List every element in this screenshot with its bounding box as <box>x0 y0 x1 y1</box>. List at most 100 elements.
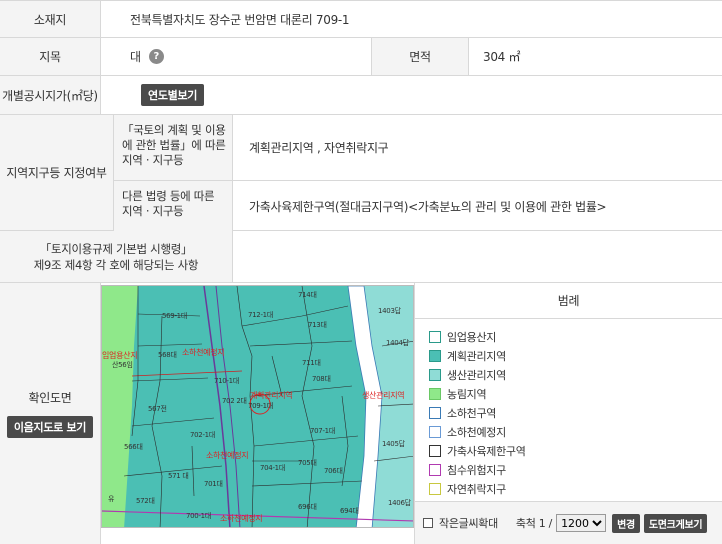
regulation-row: 「토지이용규제 기본법 시행령」 제9조 제4항 각 호에 해당되는 사항 <box>0 231 722 283</box>
scale-select[interactable]: 1200 <box>556 514 607 532</box>
other-law-value: 가축사육제한구역(절대금지구역)<가축분뇨의 관리 및 이용에 관한 법률> <box>249 199 607 214</box>
legend-label: 가축사육제한구역 <box>447 444 526 458</box>
legend-item: 계획관리지역 <box>429 346 722 365</box>
regulation-label-line2: 제9조 제4항 각 호에 해당되는 사항 <box>33 257 199 272</box>
parcel-704-1: 704-1대 <box>260 464 285 472</box>
land-category-row: 지목 대 ? 면적 304 ㎡ <box>0 38 722 76</box>
legend-item: 임업용산지 <box>429 327 722 346</box>
parcel-568: 568대 <box>158 351 177 359</box>
legend-item: 소하천예정지 <box>429 422 722 441</box>
yearly-view-button[interactable]: 연도별보기 <box>141 84 205 106</box>
parcel-708: 708대 <box>312 375 331 383</box>
legend-label: 소하천구역 <box>447 406 497 420</box>
address-value: 전북특별자치도 장수군 번암면 대론리 709-1 <box>130 12 350 27</box>
legend-label: 농림지역 <box>447 387 487 401</box>
land-price-cell: 연도별보기 <box>101 76 722 114</box>
legend-swatch <box>429 330 441 343</box>
parcel-713: 713대 <box>308 321 327 329</box>
parcel-694: 694대 <box>340 507 359 515</box>
land-category-cell: 대 ? <box>101 38 371 75</box>
land-category-value: 대 <box>130 50 141 64</box>
zoning-row: 지역지구등 지정여부 「국토의 계획 및 이용에 관한 법률」에 따른 지역 ·… <box>0 115 722 231</box>
road-line <box>203 286 231 527</box>
legend-item: 소하천구역 <box>429 403 722 422</box>
map-controls: 작은글씨확대 축척 1 / 1200 변경 도면크게보기 <box>414 501 722 544</box>
stream-plan-label: 소하천예정지 <box>182 348 225 357</box>
large-text-label: 작은글씨확대 <box>439 517 498 530</box>
legend-item: 생산관리지역 <box>429 365 722 384</box>
address-row: 소재지 전북특별자치도 장수군 번암면 대론리 709-1 <box>0 0 722 38</box>
help-icon[interactable]: ? <box>148 49 164 64</box>
parcel-712-1: 712-1대 <box>248 311 273 319</box>
legend-item: 자연취락지구 <box>429 479 722 498</box>
legend-label: 자연취락지구 <box>447 482 506 496</box>
legend-label: 임업용산지 <box>447 330 497 344</box>
parcel-711: 711대 <box>302 359 321 367</box>
land-price-label: 개별공시지가(㎡당) <box>0 76 101 114</box>
zoning-label: 지역지구등 지정여부 <box>0 115 114 230</box>
legend-swatch <box>429 368 441 381</box>
legend-swatch <box>429 463 441 476</box>
legend-item: 농림지역 <box>429 384 722 403</box>
legend-label: 침수위험지구 <box>447 463 506 477</box>
parcel-1406: 1406답 <box>388 499 411 507</box>
stream-plan-label-3: 소하천예정지 <box>220 514 263 523</box>
address-label: 소재지 <box>0 1 101 37</box>
parcel-710-1: 710-1대 <box>214 377 239 385</box>
parcel-569-1: 569-1대 <box>162 312 187 320</box>
land-price-row: 개별공시지가(㎡당) 연도별보기 <box>0 76 722 115</box>
scale-label: 축척 1 / <box>515 517 553 530</box>
parcel-709-1: 709-1대 <box>248 402 273 410</box>
eum-map-button[interactable]: 이음지도로 보기 <box>6 416 94 438</box>
parcel-572: 572대 <box>136 497 155 505</box>
map-label-cell: 확인도면 이음지도로 보기 <box>0 283 101 544</box>
regulation-label-line1: 「토지이용규제 기본법 시행령」 <box>39 241 193 256</box>
parcel-1404: 1404답 <box>386 339 409 347</box>
parcel-696: 696대 <box>298 503 317 511</box>
legend-list: 임업용산지계획관리지역생산관리지역농림지역소하천구역소하천예정지가축사육제한구역… <box>415 319 722 517</box>
parcel-san56: 산56임 <box>112 361 133 369</box>
parcel-566: 566대 <box>124 443 143 451</box>
change-scale-button[interactable]: 변경 <box>612 513 640 533</box>
map-view[interactable]: 714대 712-1대 713대 569-1대 568대 710-1대 711대… <box>101 285 414 528</box>
legend-swatch <box>429 444 441 457</box>
parcel-714: 714대 <box>298 291 317 299</box>
regulation-value <box>233 231 722 282</box>
regulation-label: 「토지이용규제 기본법 시행령」 제9조 제4항 각 호에 해당되는 사항 <box>0 231 233 282</box>
parcel-571: 571 대 <box>168 472 189 480</box>
parcel-706: 706대 <box>324 467 343 475</box>
legend-label: 생산관리지역 <box>447 368 506 382</box>
parcel-1403: 1403답 <box>378 307 401 315</box>
legend-swatch <box>429 349 441 362</box>
parcel-567: 567전 <box>148 405 167 413</box>
legend-label: 소하천예정지 <box>447 425 506 439</box>
parcel-701: 701대 <box>204 480 223 488</box>
legend-label: 계획관리지역 <box>447 349 506 363</box>
forest-label: 임업용산지 <box>102 351 138 360</box>
other-law-label: 다른 법령 등에 따른 지역 · 지구등 <box>114 181 233 231</box>
large-text-checkbox[interactable] <box>423 518 433 528</box>
land-category-label: 지목 <box>0 38 101 75</box>
parcel-yu: 유 <box>108 495 115 503</box>
parcel-1405: 1405답 <box>382 440 405 448</box>
land-use-info-panel: 소재지 전북특별자치도 장수군 번암면 대론리 709-1 지목 대 ? 면적 … <box>0 0 722 544</box>
planned-zone-label: 계획관리지역 <box>250 391 293 400</box>
area-value: 304 ㎡ <box>483 50 521 64</box>
agricultural-area <box>102 286 138 527</box>
parcel-705: 705대 <box>298 459 317 467</box>
area-label: 면적 <box>371 38 469 75</box>
stream-plan-label-2: 소하천예정지 <box>206 451 249 460</box>
legend-item: 가축사육제한구역 <box>429 441 722 460</box>
production-zone-label: 생산관리지역 <box>362 391 405 400</box>
national-law-value: 계획관리지역 , 자연취락지구 <box>233 115 722 181</box>
parcel-700-1: 700-1대 <box>186 512 211 520</box>
legend-panel: 범례 임업용산지 계획관리지역 생산관리지역 농림지역 소하천구역 소하천예정지 가축사육제… <box>414 283 722 515</box>
map-label: 확인도면 <box>28 391 72 405</box>
parcel-707-1: 707-1대 <box>310 427 335 435</box>
legend-item: 침수위험지구 <box>429 460 722 479</box>
enlarge-map-button[interactable]: 도면크게보기 <box>643 513 708 533</box>
parcel-702-1: 702-1대 <box>190 431 215 439</box>
legend-swatch <box>429 406 441 419</box>
legend-swatch <box>429 482 441 495</box>
parcel-702-2: 702 2대 <box>222 397 247 405</box>
